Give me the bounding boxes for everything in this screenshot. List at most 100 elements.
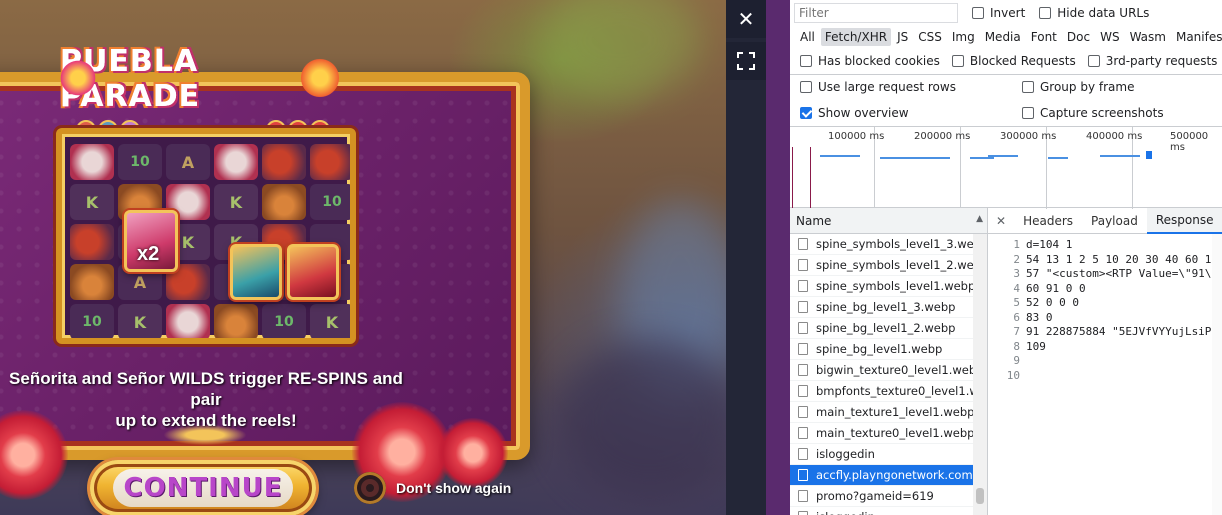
type-filter-all[interactable]: All (796, 28, 819, 46)
third-party-checkbox[interactable] (1087, 55, 1100, 67)
overview-marker (792, 147, 793, 209)
reel-symbol (70, 144, 114, 180)
request-name: isloggedin (816, 510, 875, 515)
hide-data-urls-checkbox[interactable] (1039, 7, 1052, 19)
request-row[interactable]: promo?gameid=619 (790, 486, 974, 507)
type-filter-doc[interactable]: Doc (1063, 28, 1094, 46)
large-rows-checkbox[interactable] (800, 81, 812, 93)
line-text: 54 13 1 2 5 10 20 30 40 60 1 (1026, 252, 1212, 266)
line-number: 7 (1013, 325, 1020, 338)
response-line: 4 60 91 0 0 (988, 282, 1222, 297)
reel-symbol: 10 (70, 304, 114, 338)
request-row[interactable]: spine_bg_level1.webp (790, 339, 974, 360)
fullscreen-button[interactable] (726, 42, 766, 80)
response-line: 1 d=104 1 (988, 238, 1222, 253)
blocked-requests-label: Blocked Requests (969, 54, 1076, 68)
settings-row-2b: Capture screenshots (1022, 106, 1222, 120)
devtools-network-panel: Invert Hide data URLs AllFetch/XHRJSCSSI… (790, 0, 1222, 515)
hide-data-urls-label: Hide data URLs (1057, 6, 1150, 20)
type-filter-fetch-xhr[interactable]: Fetch/XHR (820, 28, 892, 46)
request-row[interactable]: spine_bg_level1_2.webp (790, 318, 974, 339)
request-row[interactable]: spine_symbols_level1_3.webp (790, 234, 974, 255)
close-detail-icon[interactable]: ✕ (988, 214, 1014, 228)
show-overview-label: Show overview (818, 106, 909, 120)
type-filter-ws[interactable]: WS (1096, 28, 1123, 46)
request-name: spine_symbols_level1_3.webp (816, 237, 974, 251)
request-row[interactable]: isloggedin (790, 444, 974, 465)
background-shadow (560, 340, 726, 500)
type-filter-css[interactable]: CSS (914, 28, 946, 46)
request-list-scrollbar[interactable] (973, 234, 987, 515)
response-line: 6 83 0 (988, 311, 1222, 326)
invert-checkbox[interactable] (972, 7, 984, 19)
file-icon (798, 364, 808, 376)
logo-flower-left (58, 58, 98, 98)
request-row[interactable]: bigwin_texture0_level1.webp (790, 360, 974, 381)
request-row[interactable]: bmpfonts_texture0_level1.webp (790, 381, 974, 402)
file-icon (798, 280, 808, 292)
line-number: 8 (1013, 339, 1020, 353)
request-row[interactable]: accfly.playngonetwork.com (790, 465, 974, 486)
response-body: 1 d=104 1 2 54 13 1 2 5 10 20 30 40 60 1 3 57… (988, 238, 1222, 383)
group-by-frame-checkbox[interactable] (1022, 81, 1034, 93)
request-name: isloggedin (816, 447, 875, 461)
request-name: main_texture0_level1.webp (816, 426, 974, 440)
show-overview-checkbox[interactable] (800, 107, 812, 119)
game-canvas[interactable]: PUEBLA PARADE 10 A K K 10 K K A 10 K 10 … (0, 0, 726, 515)
request-name: accfly.playngonetwork.com (816, 468, 973, 482)
request-row[interactable]: spine_symbols_level1_2.webp (790, 255, 974, 276)
filter-input[interactable] (794, 3, 958, 23)
response-line: 2 54 13 1 2 5 10 20 30 40 60 1 (988, 253, 1222, 268)
request-row[interactable]: main_texture0_level1.webp (790, 423, 974, 444)
page-background-edge (766, 0, 790, 515)
request-row[interactable]: main_texture1_level1.webp (790, 402, 974, 423)
request-name: main_texture1_level1.webp (816, 405, 974, 419)
reel-symbol: K (310, 304, 350, 338)
reel-symbol: K (70, 184, 114, 220)
line-text: 83 0 (1026, 310, 1053, 324)
tab-payload[interactable]: Payload (1082, 208, 1147, 234)
scrollbar-thumb[interactable] (976, 488, 984, 504)
request-name: bigwin_texture0_level1.webp (816, 363, 974, 377)
capture-screenshots-checkbox[interactable] (1022, 107, 1034, 119)
network-overview[interactable]: 100000 ms 200000 ms 300000 ms 400000 ms … (790, 126, 1222, 209)
multiplier-badge: x2 (137, 243, 160, 265)
dont-show-again-toggle[interactable]: Don't show again (354, 472, 511, 504)
response-line: 9 (988, 354, 1222, 369)
has-blocked-cookies-checkbox[interactable] (800, 55, 812, 67)
type-filter-manifest[interactable]: Manifest (1172, 28, 1222, 46)
dont-show-radio[interactable] (354, 472, 386, 504)
type-filter-wasm[interactable]: Wasm (1126, 28, 1170, 46)
group-by-frame-label: Group by frame (1040, 80, 1135, 94)
tab-response[interactable]: Response (1146, 207, 1222, 234)
request-name: spine_bg_level1_3.webp (816, 300, 956, 314)
tab-headers[interactable]: Headers (1014, 208, 1082, 234)
request-row[interactable]: isloggedin (790, 507, 974, 515)
line-text: 52 0 0 0 (1026, 296, 1079, 309)
type-filter-font[interactable]: Font (1027, 28, 1061, 46)
request-list-panel: Name ▲ spine_symbols_level1_3.webp spine_… (790, 208, 988, 515)
filter-options-row: Invert Hide data URLs (972, 6, 1222, 20)
close-button[interactable]: ✕ (726, 0, 766, 38)
response-scrollbar[interactable] (1212, 234, 1222, 515)
request-row[interactable]: spine_symbols_level1.webp (790, 276, 974, 297)
settings-row-1b: Group by frame (1022, 80, 1222, 94)
file-icon (798, 259, 808, 271)
name-column-header[interactable]: Name ▲ (790, 208, 987, 234)
continue-button-inner: CONTINUE (113, 469, 293, 507)
game-logo: PUEBLA PARADE (58, 44, 342, 114)
blocked-options-row: Has blocked cookies Blocked Requests 3rd… (800, 54, 1222, 68)
request-row[interactable]: spine_bg_level1_3.webp (790, 297, 974, 318)
overview-marker (810, 147, 811, 209)
type-filter-img[interactable]: Img (948, 28, 979, 46)
request-list: spine_symbols_level1_3.webp spine_symbols… (790, 234, 974, 515)
overview-activity (880, 157, 950, 159)
type-filter-media[interactable]: Media (981, 28, 1025, 46)
type-filter-js[interactable]: JS (893, 28, 912, 46)
request-name: spine_symbols_level1.webp (816, 279, 974, 293)
continue-button[interactable]: CONTINUE (90, 460, 316, 515)
line-number: 10 (1006, 368, 1020, 382)
continue-label: CONTINUE (123, 473, 283, 503)
blocked-requests-checkbox[interactable] (951, 55, 964, 67)
line-number: 1 (1013, 238, 1020, 251)
